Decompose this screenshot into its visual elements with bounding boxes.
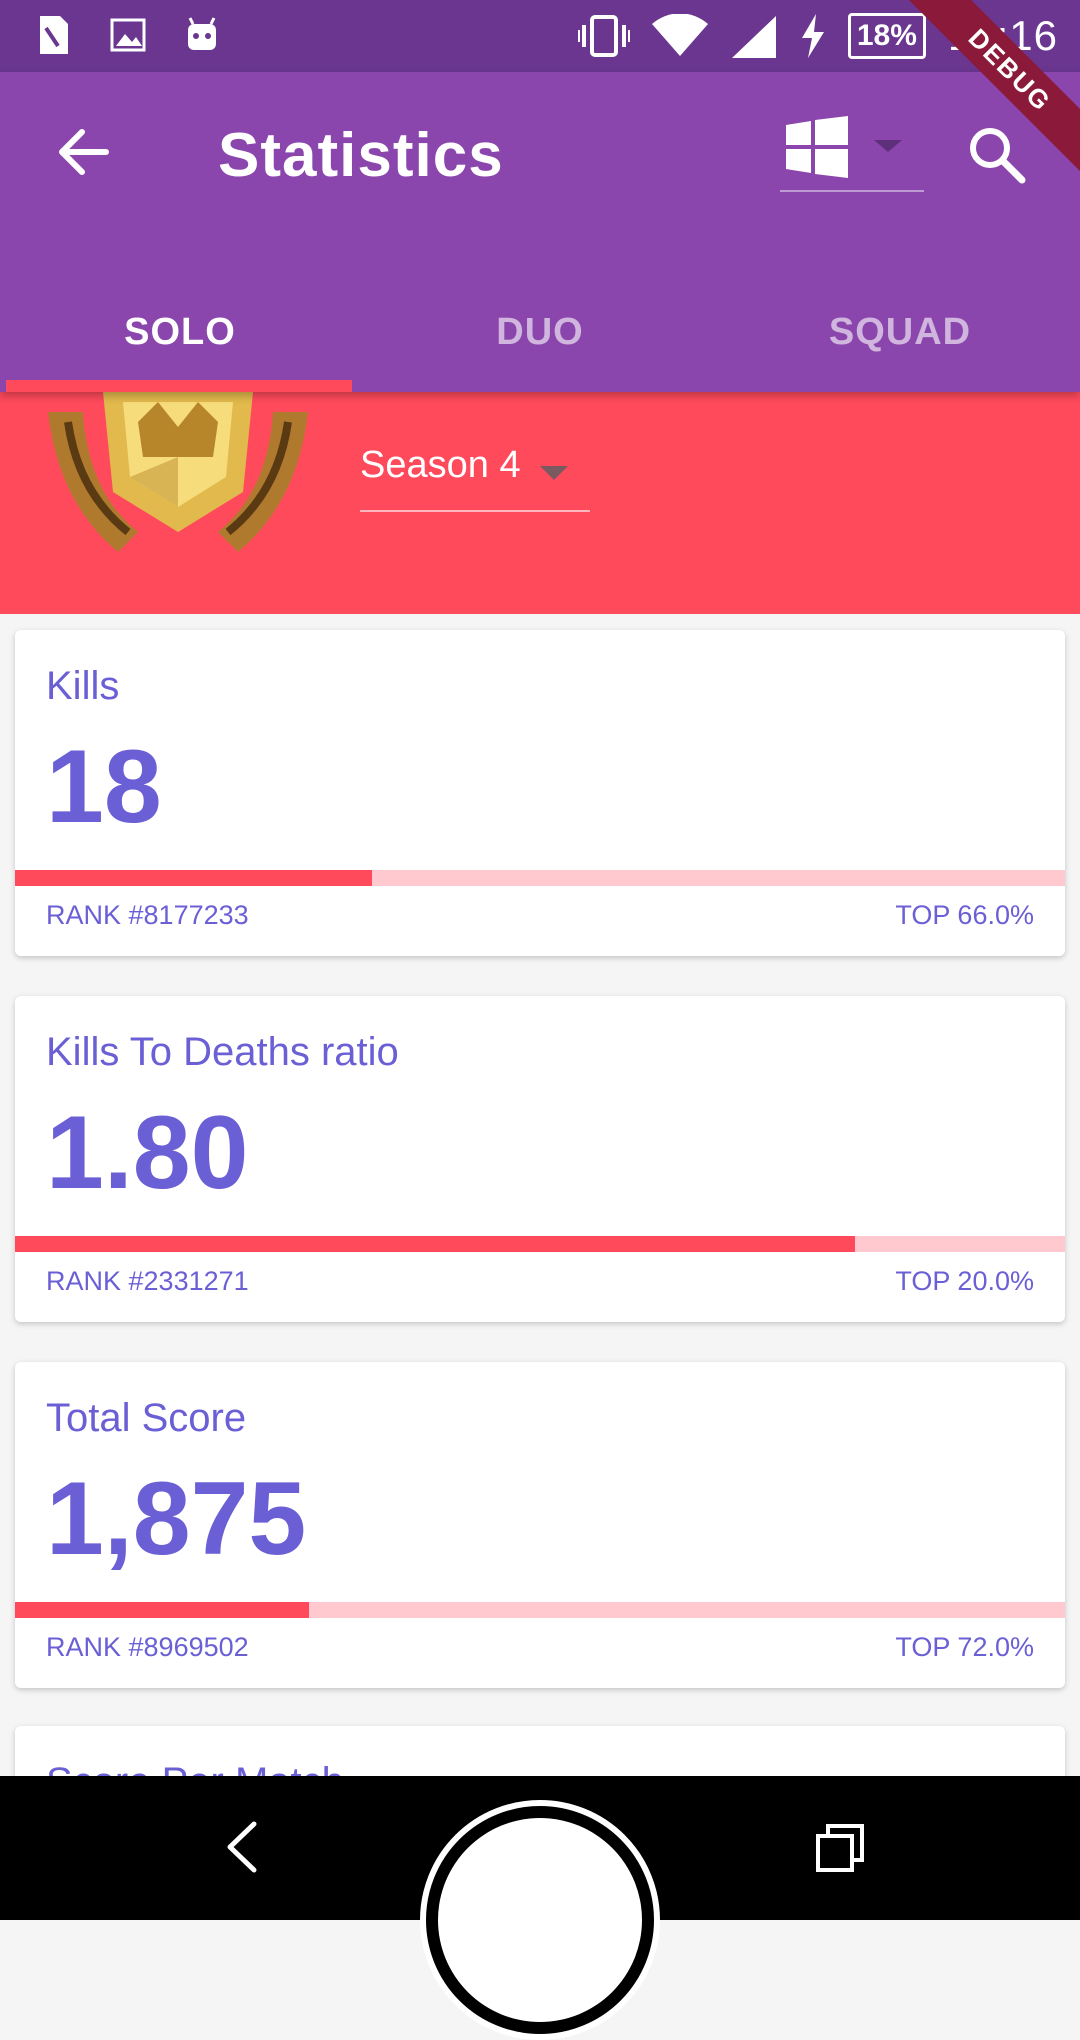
top-percent-text: TOP 72.0% xyxy=(895,1632,1034,1662)
tab-duo[interactable]: DUO xyxy=(360,272,720,392)
charging-icon xyxy=(801,14,824,58)
rank-text: RANK #2331271 xyxy=(46,1266,249,1296)
season-header: Season 4 xyxy=(0,392,1080,614)
stat-card-kd-ratio: Kills To Deaths ratio 1.80 RANK #2331271… xyxy=(15,996,1065,1322)
percentile-bar xyxy=(15,1602,1065,1618)
windows-icon xyxy=(786,116,848,178)
back-arrow-icon[interactable] xyxy=(56,124,112,180)
tab-solo[interactable]: SOLO xyxy=(0,272,360,392)
chevron-down-icon xyxy=(540,466,568,480)
home-circle-icon xyxy=(438,1818,642,2022)
stat-label: Total Score xyxy=(46,1396,247,1440)
battery-percent: 18% xyxy=(856,19,917,52)
page-title: Statistics xyxy=(218,121,504,190)
stat-value: 18 xyxy=(46,729,162,845)
android-icon xyxy=(188,17,216,50)
rank-medal-icon xyxy=(48,392,308,552)
chevron-down-icon xyxy=(874,140,902,152)
rank-text: RANK #8969502 xyxy=(46,1632,249,1662)
search-icon[interactable] xyxy=(966,124,1026,184)
status-bar: 18% 12:16 xyxy=(0,0,1080,72)
wifi-icon xyxy=(651,14,708,56)
top-percent-text: TOP 66.0% xyxy=(895,900,1034,930)
tab-bar: SOLO DUO SQUAD xyxy=(0,272,1080,392)
sim-card-icon xyxy=(40,16,68,54)
battery-indicator: 18% xyxy=(847,13,926,59)
home-button[interactable] xyxy=(420,1800,660,2040)
percentile-bar xyxy=(15,1236,1065,1252)
navigation-bar xyxy=(0,1776,1080,2040)
stat-card-kills: Kills 18 RANK #8177233 TOP 66.0% xyxy=(15,630,1065,956)
image-icon xyxy=(110,18,146,52)
platform-dropdown[interactable] xyxy=(780,110,924,192)
stat-label: Kills xyxy=(46,664,120,708)
stat-label: Kills To Deaths ratio xyxy=(46,1030,399,1074)
percentile-bar-fill xyxy=(15,1236,855,1252)
recents-icon[interactable] xyxy=(814,1822,866,1874)
vibrate-icon xyxy=(577,15,630,57)
tab-indicator xyxy=(6,380,352,392)
nav-back-icon[interactable] xyxy=(220,1820,264,1874)
stat-value: 1,875 xyxy=(46,1461,307,1577)
app-bar: Statistics SOLO DUO SQUAD xyxy=(0,72,1080,392)
stat-card-total-score: Total Score 1,875 RANK #8969502 TOP 72.0… xyxy=(15,1362,1065,1688)
stat-value: 1.80 xyxy=(46,1095,249,1211)
tab-squad[interactable]: SQUAD xyxy=(720,272,1080,392)
percentile-bar-fill xyxy=(15,870,372,886)
percentile-bar-fill xyxy=(15,1602,309,1618)
signal-icon xyxy=(731,16,776,58)
season-label: Season 4 xyxy=(360,444,521,486)
percentile-bar xyxy=(15,870,1065,886)
rank-text: RANK #8177233 xyxy=(46,900,249,930)
season-dropdown[interactable]: Season 4 xyxy=(360,444,590,512)
top-percent-text: TOP 20.0% xyxy=(895,1266,1034,1296)
